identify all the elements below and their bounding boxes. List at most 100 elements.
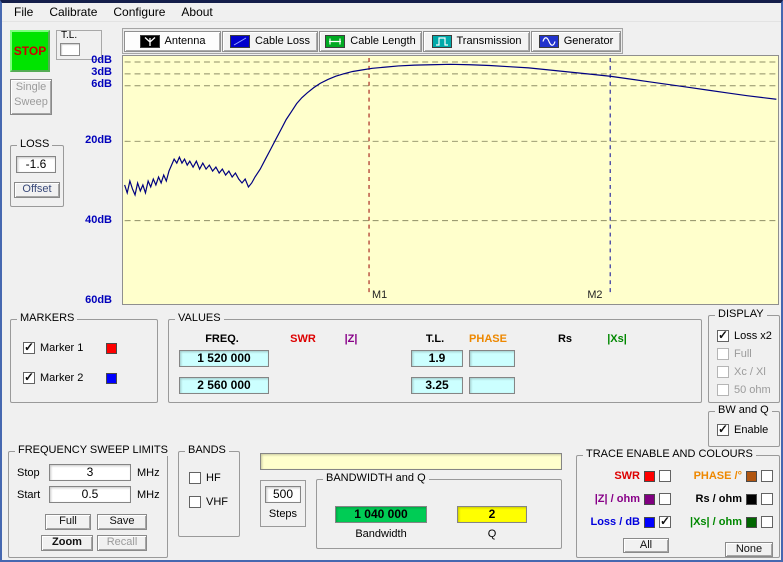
y-axis-label: 0dB [64,54,112,66]
single-sweep-label-1: Single [16,81,47,93]
all-traces-button[interactable]: All [623,538,669,553]
toolbar-button-generator[interactable]: Generator [531,31,621,52]
start-freq-input[interactable]: 0.5 [49,486,131,503]
toolbar-button-generator-label: Generator [564,35,614,47]
full-checkbox[interactable] [717,348,729,360]
display-50-ohm-row: 50 ohm [717,384,771,396]
hf-checkbox[interactable] [189,472,201,484]
phase-color-swatch[interactable] [746,471,757,482]
values-header-swr: SWR [283,333,323,345]
trace-swr-label: SWR [614,470,640,482]
marker-1-color-swatch[interactable] [106,343,117,354]
full-button[interactable]: Full [45,514,91,530]
steps-box: 500 Steps [260,480,306,527]
bandwidth-and-q-group: BANDWIDTH and Q 1 040 000 Bandwidth 2 Q [316,479,562,549]
q-label: Q [457,528,527,540]
marker-2-color-swatch[interactable] [106,373,117,384]
phase-trace-checkbox[interactable] [761,470,773,482]
marker-1-checkbox[interactable] [23,342,35,354]
bwq-enable-checkbox[interactable] [717,424,729,436]
bandwidth-value: 1 040 000 [335,506,427,523]
stop-freq-input[interactable]: 3 [49,464,131,481]
toolbar-button-cable-loss[interactable]: Cable Loss [222,31,318,52]
single-sweep-button[interactable]: Single Sweep [10,79,52,115]
offset-button[interactable]: Offset [14,182,60,198]
y-axis-label: 60dB [64,294,112,306]
swr-trace-checkbox[interactable] [659,470,671,482]
bandwidth-label: Bandwidth [335,528,427,540]
swr-color-swatch[interactable] [644,471,655,482]
save-button[interactable]: Save [97,514,147,530]
marker-1-label: Marker 1 [40,342,83,354]
toolbar-button-cable-length-label: Cable Length [350,35,415,47]
trace-rs-label: Rs / ohm [696,493,742,505]
display-group-title: DISPLAY [715,308,767,320]
y-axis-label: 3dB [64,66,112,78]
xs-color-swatch[interactable] [746,517,757,528]
chart-plot-area: M1M2 [122,55,779,305]
loss-x2-checkbox[interactable] [717,330,729,342]
recall-button[interactable]: Recall [97,535,147,551]
bwq-enable-label: Enable [734,424,768,436]
frequency-sweep-limits-group: FREQUENCY SWEEP LIMITS Stop 3 MHz Start … [8,451,168,558]
display-loss-x2-row: Loss x2 [717,330,772,342]
fifty-ohm-checkbox[interactable] [717,384,729,396]
band-hf-row: HF [189,472,221,484]
bands-group: BANDS HF VHF [178,451,240,537]
bands-group-title: BANDS [185,444,229,456]
steps-input[interactable]: 500 [265,486,301,503]
values-header-rs: Rs [547,333,583,345]
bandwidth-group-title: BANDWIDTH and Q [323,472,429,484]
loss-color-swatch[interactable] [644,517,655,528]
marker-1-tl-value: 1.9 [411,350,463,367]
trace-loss-label: Loss / dB [590,516,640,528]
toolbar-button-antenna[interactable]: Antenna [124,31,221,52]
toolbar-button-cable-length[interactable]: Cable Length [319,31,422,52]
menu-file[interactable]: File [6,3,41,21]
markers-group-title: MARKERS [17,312,77,324]
trace-rs-row: Rs / ohm [677,493,773,505]
trace-loss-row: Loss / dB [585,516,671,528]
cable-loss-icon [230,35,250,48]
toolbar-button-cable-loss-label: Cable Loss [255,35,310,47]
z-color-swatch[interactable] [644,494,655,505]
loss-offset-value[interactable]: -1.6 [16,156,56,173]
rs-trace-checkbox[interactable] [761,493,773,505]
marker-2-checkbox[interactable] [23,372,35,384]
values-group-title: VALUES [175,312,224,324]
loss-group: LOSS -1.6 Offset [10,145,64,207]
app-window: File Calibrate Configure About STOP T.L.… [0,0,783,562]
y-axis-label: 20dB [64,134,112,146]
message-field[interactable] [260,453,562,470]
menu-about[interactable]: About [173,3,220,21]
generator-icon [539,35,559,48]
marker-2-freq-value: 2 560 000 [179,377,269,394]
cable-length-icon [325,35,345,48]
marker-1-row: Marker 1 [23,342,117,354]
mode-toolbar: Antenna Cable Loss Cable Length Transmis… [122,28,623,54]
rs-color-swatch[interactable] [746,494,757,505]
stop-button[interactable]: STOP [10,30,50,72]
trace-xs-label: |Xs| / ohm [690,516,742,528]
values-header-phase: PHASE [465,333,511,345]
values-header-freq: FREQ. [191,333,253,345]
display-xc-xl-row: Xc / Xl [717,366,766,378]
vhf-checkbox[interactable] [189,496,201,508]
loss-trace-checkbox[interactable] [659,516,671,528]
marker-2-tl-value: 3.25 [411,377,463,394]
marker-label-m1: M1 [372,289,387,301]
xs-trace-checkbox[interactable] [761,516,773,528]
toolbar-button-transmission[interactable]: Transmission [423,31,530,52]
y-axis-label: 40dB [64,214,112,226]
transmission-icon [432,35,452,48]
z-trace-checkbox[interactable] [659,493,671,505]
xc-xl-checkbox[interactable] [717,366,729,378]
y-axis: 0dB3dB6dB20dB40dB60dB [64,3,116,315]
trace-phase-label: PHASE /° [694,470,742,482]
trace-xs-row: |Xs| / ohm [677,516,773,528]
loss-trace-chart: M1M2 [123,56,778,304]
antenna-icon [140,35,160,48]
marker-2-label: Marker 2 [40,372,83,384]
zoom-button[interactable]: Zoom [41,535,93,551]
no-traces-button[interactable]: None [725,542,773,557]
